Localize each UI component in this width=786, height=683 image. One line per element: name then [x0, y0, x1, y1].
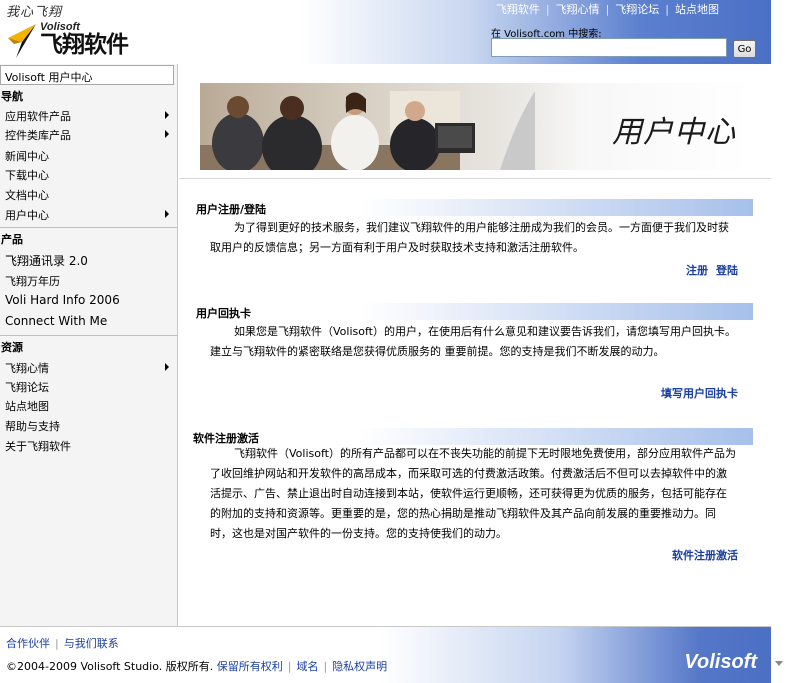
footer-separator: | [323, 660, 328, 673]
logo-cn-text[interactable]: 飞翔软件 [40, 32, 129, 58]
sidebar-item-contacts[interactable]: 飞翔通讯录 2.0 [5, 252, 175, 269]
user-center-banner: 用户中心 [200, 83, 750, 170]
footer-separator: | [287, 660, 292, 673]
footer-link-contact[interactable]: 与我们联系 [64, 637, 119, 650]
sidebar: Volisoft 用户中心 导航 应用软件产品 控件类库产品 新闻中心 下载中心… [0, 64, 178, 626]
footer-link-privacy[interactable]: 隐私权声明 [332, 660, 387, 673]
sidebar-item-about[interactable]: 关于飞翔软件 [5, 438, 175, 454]
topnav-link-forum[interactable]: 飞翔论坛 [615, 3, 659, 16]
site-header: 我心飞翔 Volisoft 飞翔软件 飞翔软件 | 飞翔心情 | 飞翔论坛 | 站点地图 在… [0, 0, 771, 64]
sidebar-item-mood[interactable]: 飞翔心情 [5, 360, 175, 376]
topnav-separator: | [605, 3, 610, 16]
submenu-arrow-icon [165, 130, 169, 138]
topnav-link-sitemap[interactable]: 站点地图 [675, 3, 719, 16]
sidebar-item-forum[interactable]: 飞翔论坛 [5, 379, 175, 395]
sidebar-item-apps[interactable]: 应用软件产品 [5, 108, 175, 124]
section-title-activation: 软件注册激活 [191, 428, 753, 445]
sidebar-divider [0, 227, 177, 228]
submenu-arrow-icon [165, 111, 169, 119]
login-link[interactable]: 登陆 [716, 262, 738, 278]
sidebar-item-controls[interactable]: 控件类库产品 [5, 127, 175, 143]
volisoft-logo-icon[interactable] [6, 22, 40, 60]
sidebar-item-label: 应用软件产品 [5, 110, 71, 123]
topnav-link-software[interactable]: 飞翔软件 [496, 3, 540, 16]
footer-link-domain[interactable]: 域名 [296, 660, 318, 673]
search-go-button[interactable]: Go [733, 40, 756, 58]
footer-link-partners[interactable]: 合作伙伴 [6, 637, 50, 650]
resources-heading: 资源 [1, 341, 23, 354]
footer-separator: | [55, 637, 59, 650]
topnav-separator: | [545, 3, 550, 16]
products-heading: 产品 [1, 233, 23, 246]
sidebar-item-sitemap[interactable]: 站点地图 [5, 398, 175, 414]
submenu-arrow-icon [165, 363, 169, 371]
top-nav: 飞翔软件 | 飞翔心情 | 飞翔论坛 | 站点地图 [496, 1, 719, 17]
sidebar-item-connect[interactable]: Connect With Me [5, 314, 175, 328]
nav-heading: 导航 [1, 90, 23, 103]
sidebar-divider [0, 335, 177, 336]
footer-copyright: ©2004-2009 Volisoft Studio. 版权所有. 保留所有权利… [6, 658, 387, 674]
logo-script-text: 我心飞翔 [6, 5, 63, 20]
footer-links: 合作伙伴 | 与我们联系 [6, 635, 119, 651]
section-title-feedback-card: 用户回执卡 [194, 303, 753, 320]
topnav-separator: | [665, 3, 669, 16]
page-scrollbar[interactable] [771, 0, 786, 683]
user-center-title: Volisoft 用户中心 [0, 65, 174, 85]
feedback-card-link[interactable]: 填写用户回执卡 [661, 385, 738, 401]
sidebar-item-label: 用户中心 [5, 209, 49, 222]
banner-title: 用户中心 [612, 115, 736, 150]
sidebar-item-downloads[interactable]: 下载中心 [5, 167, 175, 183]
scroll-down-icon[interactable] [775, 661, 783, 666]
site-footer: 合作伙伴 | 与我们联系 ©2004-2009 Volisoft Studio. 版… [0, 626, 771, 683]
section-text-activation: 飞翔软件（Volisoft）的所有产品都可以在不丧失功能的前提下无时限地免费使用… [210, 447, 736, 540]
search-input[interactable] [491, 38, 727, 57]
footer-link-rights[interactable]: 保留所有权利 [217, 660, 283, 673]
sidebar-item-news[interactable]: 新闻中心 [5, 148, 175, 164]
section-title-register: 用户注册/登陆 [194, 199, 753, 216]
banner-divider [179, 178, 771, 179]
footer-brand-logo: Volisoft [684, 651, 757, 673]
register-link[interactable]: 注册 [686, 262, 708, 278]
sidebar-item-help[interactable]: 帮助与支持 [5, 418, 175, 434]
sidebar-item-hardinfo[interactable]: Voli Hard Info 2006 [5, 293, 175, 307]
sidebar-item-label: 飞翔心情 [5, 362, 49, 375]
meeting-photo-image [200, 83, 535, 170]
submenu-arrow-icon [165, 210, 169, 218]
sidebar-item-user-center[interactable]: 用户中心 [5, 207, 175, 223]
sidebar-item-docs[interactable]: 文档中心 [5, 187, 175, 203]
section-text-register: 为了得到更好的技术服务，我们建议飞翔软件的用户能够注册成为我们的会员。一方面便于… [210, 221, 729, 254]
topnav-link-mood[interactable]: 飞翔心情 [556, 3, 600, 16]
section-text-feedback-card: 如果您是飞翔软件（Volisoft）的用户，在使用后有什么意见和建议要告诉我们，… [210, 325, 736, 358]
main-content: 用户中心 用户注册/登陆 为了得到更好的技术服务，我们建议飞翔软件的用户能够注册… [179, 64, 771, 626]
sidebar-item-label: 控件类库产品 [5, 129, 71, 142]
copyright-text: ©2004-2009 Volisoft Studio. 版权所有. [6, 660, 214, 673]
activation-link[interactable]: 软件注册激活 [672, 547, 738, 563]
sidebar-item-calendar[interactable]: 飞翔万年历 [5, 273, 175, 289]
